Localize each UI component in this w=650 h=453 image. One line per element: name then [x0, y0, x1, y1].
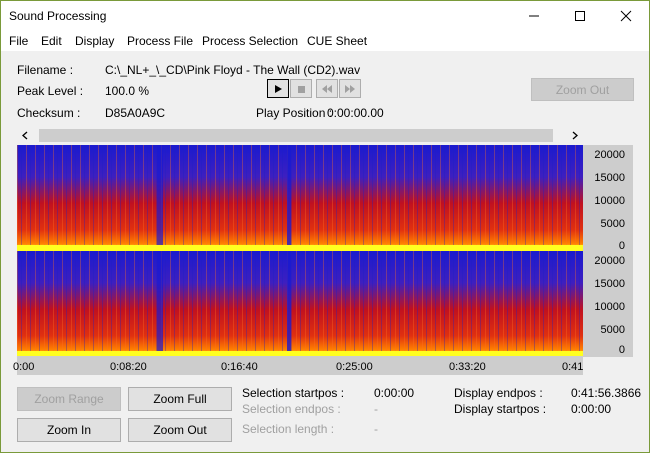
zoom-full-button[interactable]: Zoom Full	[128, 387, 232, 411]
fast-forward-button[interactable]	[339, 79, 361, 98]
rewind-button[interactable]	[316, 79, 338, 98]
freq-label: 20000	[594, 149, 625, 161]
title-bar: Sound Processing	[1, 1, 649, 31]
menu-file[interactable]: File	[9, 34, 28, 48]
menu-cue-sheet[interactable]: CUE Sheet	[307, 34, 367, 48]
scrollbar-thumb[interactable]	[39, 129, 553, 142]
freq-label: 5000	[600, 218, 625, 230]
time-label: 0:16:40	[221, 361, 258, 373]
zoom-out-button[interactable]: Zoom Out	[128, 418, 232, 442]
frequency-axis-channel-2: 20000 15000 10000 5000 0	[583, 251, 633, 357]
selection-startpos-label: Selection startpos :	[242, 386, 345, 400]
selection-endpos-value: -	[374, 402, 378, 416]
time-label: 0:25:00	[336, 361, 373, 373]
filename-value: C:\_NL+_\_CD\Pink Floyd - The Wall (CD2)…	[105, 63, 361, 77]
window-title: Sound Processing	[9, 9, 107, 23]
horizontal-scrollbar[interactable]	[17, 127, 583, 144]
display-endpos-value: 0:41:56.3866	[571, 386, 642, 400]
freq-label: 15000	[594, 172, 625, 184]
time-axis: 0:00 0:08:20 0:16:40 0:25:00 0:33:20 0:4…	[13, 356, 584, 375]
time-label: 0:41	[562, 361, 584, 373]
scroll-right-icon[interactable]	[571, 131, 579, 140]
scroll-left-icon[interactable]	[21, 131, 29, 140]
frequency-axis-channel-1: 20000 15000 10000 5000 0	[583, 145, 633, 252]
minimize-icon	[529, 15, 539, 17]
close-icon	[620, 10, 632, 22]
play-button[interactable]	[267, 79, 289, 98]
peak-level-label: Peak Level :	[17, 84, 84, 98]
display-startpos-value: 0:00:00	[571, 402, 612, 416]
freq-label: 10000	[594, 195, 625, 207]
display-endpos-label: Display endpos :	[454, 386, 543, 400]
menu-process-file[interactable]: Process File	[127, 34, 193, 48]
zoom-out-top-button[interactable]: Zoom Out	[531, 78, 634, 101]
fast-forward-icon	[345, 84, 355, 93]
stop-icon	[298, 85, 305, 93]
rewind-icon	[322, 84, 332, 93]
zoom-range-button[interactable]: Zoom Range	[17, 387, 121, 411]
time-label: 0:00	[13, 361, 35, 373]
selection-startpos-value: 0:00:00	[374, 386, 415, 400]
menu-edit[interactable]: Edit	[41, 34, 62, 48]
freq-label: 10000	[594, 301, 625, 313]
close-button[interactable]	[603, 1, 649, 31]
maximize-icon	[575, 11, 585, 21]
freq-label: 20000	[594, 255, 625, 267]
zoom-in-button[interactable]: Zoom In	[17, 418, 121, 442]
time-label: 0:08:20	[110, 361, 147, 373]
stop-button[interactable]	[290, 79, 312, 98]
freq-label: 5000	[600, 324, 625, 336]
play-position-value: 0:00:00.00	[327, 106, 384, 120]
maximize-button[interactable]	[557, 1, 603, 31]
app-window: Sound Processing File Edit Display Proce…	[0, 0, 650, 453]
selection-length-value: -	[374, 422, 378, 436]
freq-label: 0	[618, 344, 625, 356]
minimize-button[interactable]	[511, 1, 557, 31]
menu-bar: File Edit Display Process File Process S…	[1, 31, 649, 51]
checksum-value: D85A0A9C	[105, 106, 166, 120]
play-position-label: Play Position :	[256, 106, 333, 120]
peak-level-value: 100.0 %	[105, 84, 150, 98]
menu-display[interactable]: Display	[75, 34, 114, 48]
checksum-label: Checksum :	[17, 106, 81, 120]
spectrogram-channel-1[interactable]	[17, 145, 583, 251]
spectrogram-channel-2[interactable]	[17, 251, 583, 357]
filename-label: Filename :	[17, 63, 74, 77]
selection-length-label: Selection length :	[242, 422, 335, 436]
time-label: 0:33:20	[449, 361, 486, 373]
play-icon	[275, 84, 282, 93]
selection-endpos-label: Selection endpos :	[242, 402, 341, 416]
menu-process-selection[interactable]: Process Selection	[202, 34, 298, 48]
display-startpos-label: Display startpos :	[454, 402, 547, 416]
freq-label: 15000	[594, 278, 625, 290]
